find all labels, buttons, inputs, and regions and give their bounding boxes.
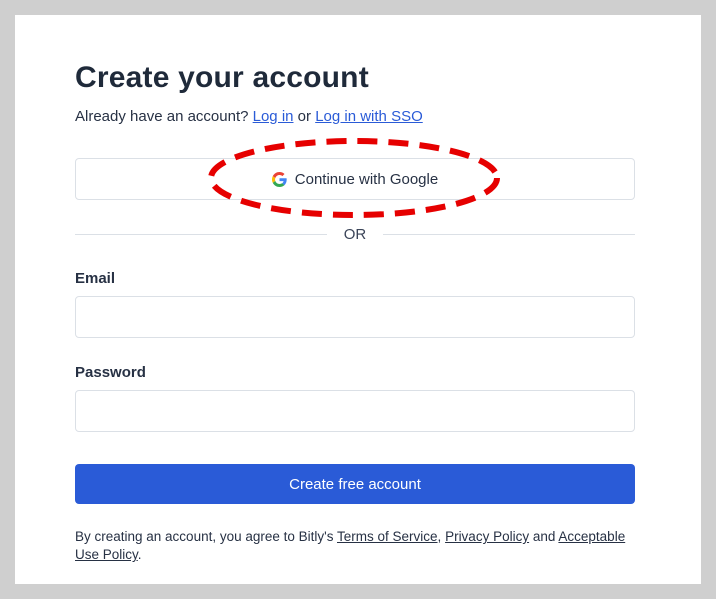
terms-comma: , [437, 529, 442, 544]
password-label: Password [75, 364, 146, 381]
divider-line-right [383, 234, 635, 235]
terms-period: . [137, 547, 142, 562]
or-divider: OR [75, 225, 635, 245]
login-link[interactable]: Log in [253, 108, 294, 125]
sso-login-link[interactable]: Log in with SSO [315, 108, 423, 125]
email-label: Email [75, 270, 116, 287]
signin-or-text: or [297, 108, 312, 125]
google-button-label: Continue with Google [294, 170, 439, 188]
terms-of-service-link[interactable]: Terms of Service [337, 529, 438, 544]
signin-prompt-text: Already have an account? [75, 108, 249, 125]
password-field[interactable] [75, 390, 635, 432]
privacy-policy-link[interactable]: Privacy Policy [445, 529, 529, 544]
terms-prefix: By creating an account, you agree to Bit… [75, 529, 334, 544]
terms-notice: By creating an account, you agree to Bit… [75, 528, 640, 564]
google-g-icon [271, 171, 287, 187]
continue-with-google-button[interactable]: Continue with Google [75, 158, 635, 200]
signin-prompt: Already have an account? Log in or Log i… [75, 108, 423, 125]
page-title: Create your account [75, 61, 369, 94]
terms-and-text: and [532, 529, 556, 544]
email-field[interactable] [75, 296, 635, 338]
signup-card: Create your account Already have an acco… [15, 15, 701, 584]
create-free-account-button[interactable]: Create free account [75, 464, 635, 504]
